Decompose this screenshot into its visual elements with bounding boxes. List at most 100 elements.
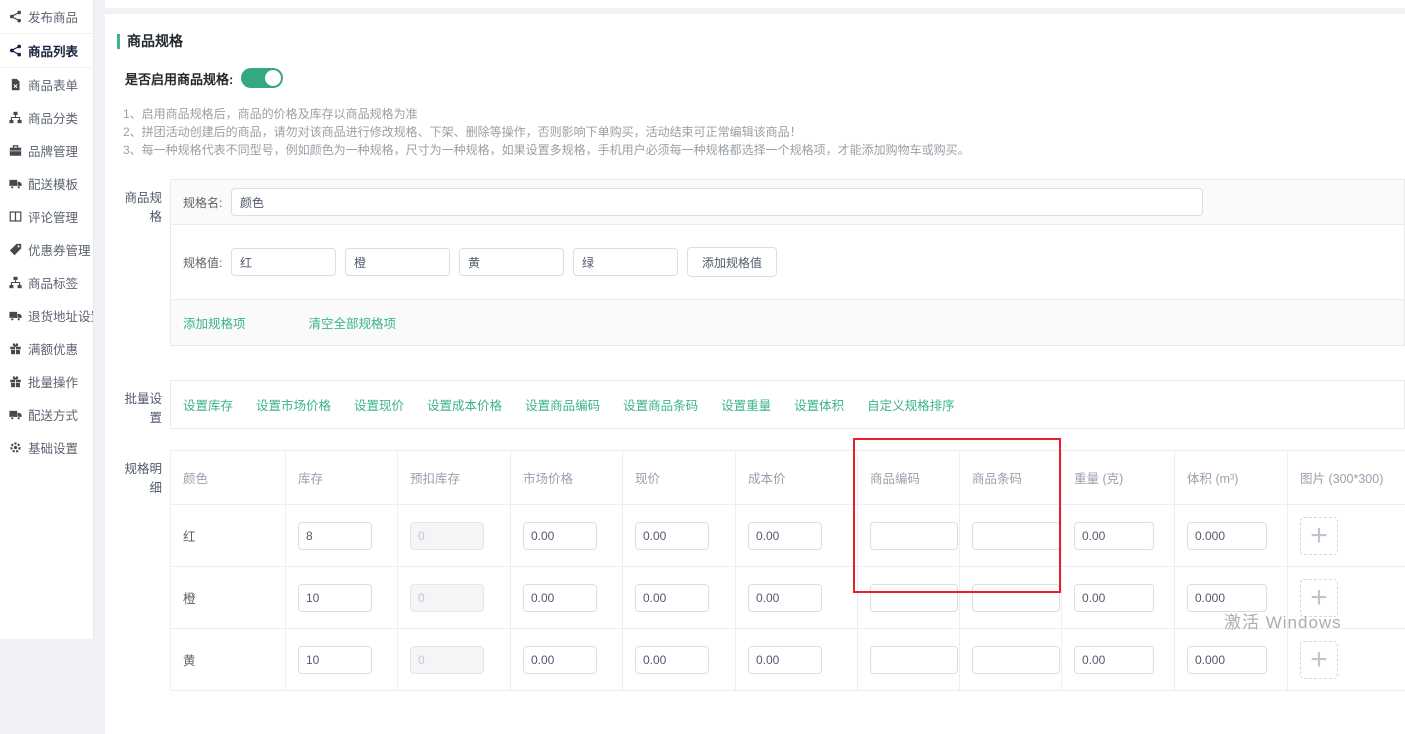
plus-icon: + — [1310, 519, 1328, 552]
weight-cell — [1062, 567, 1175, 628]
barcode-input[interactable] — [972, 522, 1060, 550]
sidebar-item-label: 品牌管理 — [28, 141, 78, 160]
add-spec-item-link[interactable]: 添加规格项 — [183, 313, 246, 332]
volume-cell — [1175, 505, 1288, 566]
weight-input[interactable] — [1074, 584, 1154, 612]
sidebar-item-label: 配送方式 — [28, 405, 78, 424]
volume-input[interactable] — [1187, 522, 1267, 550]
batch-setting-link[interactable]: 设置商品编码 — [525, 395, 600, 414]
gift-icon — [9, 342, 22, 355]
page-title: 商品规格 — [127, 31, 183, 51]
batch-setting-link[interactable]: 设置重量 — [721, 395, 771, 414]
sidebar-item-product-list[interactable]: 商品列表 — [0, 34, 93, 68]
market-input[interactable] — [523, 522, 597, 550]
code-input[interactable] — [870, 646, 958, 674]
weight-input[interactable] — [1074, 646, 1154, 674]
truck-icon — [9, 177, 22, 190]
batch-setting-link[interactable]: 设置成本价格 — [427, 395, 502, 414]
batch-links: 设置库存 设置市场价格 设置现价 设置成本价格 设置商品编码 设置商品条码 设置重量 设置体积… — [170, 380, 1405, 429]
sidebar-item-label: 退货地址设置 — [28, 306, 93, 325]
stock-input[interactable] — [298, 646, 372, 674]
sidebar-item-shipping-method[interactable]: 配送方式 — [0, 398, 93, 431]
stock-cell — [286, 567, 398, 628]
batch-setting-link[interactable]: 设置市场价格 — [256, 395, 331, 414]
volume-input[interactable] — [1187, 646, 1267, 674]
spec-value-input-1[interactable] — [231, 248, 336, 276]
sidebar-item-batch-operations[interactable]: 批量操作 — [0, 365, 93, 398]
stock-input[interactable] — [298, 522, 372, 550]
detail-column-header: 现价 — [623, 451, 736, 504]
detail-column-header: 市场价格 — [511, 451, 623, 504]
sidebar-item-full-amount-discount[interactable]: 满额优惠 — [0, 332, 93, 365]
cost-cell — [736, 505, 858, 566]
code-input[interactable] — [870, 522, 958, 550]
batch-setting-link[interactable]: 自定义规格排序 — [867, 395, 955, 414]
code-input[interactable] — [870, 584, 958, 612]
cost-input[interactable] — [748, 646, 822, 674]
cost-input[interactable] — [748, 584, 822, 612]
spec-name-input[interactable] — [231, 188, 1203, 216]
sidebar-item-return-address-settings[interactable]: 退货地址设置 — [0, 299, 93, 332]
product-spec-card: 商品规格 是否启用商品规格: 1、启用商品规格后，商品的价格及库存以商品规格为准… — [105, 14, 1405, 734]
price-input[interactable] — [635, 646, 709, 674]
batch-section-label: 批量设置 — [118, 380, 162, 426]
batch-setting-link[interactable]: 设置体积 — [794, 395, 844, 414]
add-image-button[interactable]: + — [1300, 517, 1338, 555]
sitemap-icon — [9, 111, 22, 124]
barcode-input[interactable] — [972, 646, 1060, 674]
detail-column-header: 预扣库存 — [398, 451, 511, 504]
market-input[interactable] — [523, 646, 597, 674]
note-line-2: 2、拼团活动创建后的商品，请勿对该商品进行修改规格、下架、删除等操作，否则影响下… — [123, 123, 1405, 141]
spec-section: 商品规格 规格名: 规格值: 添加规格值 添加规格项 清空全部规格项 — [105, 179, 1405, 346]
enable-spec-toggle[interactable] — [241, 68, 283, 88]
cost-cell — [736, 567, 858, 628]
cost-input[interactable] — [748, 522, 822, 550]
sidebar-item-shipping-template[interactable]: 配送模板 — [0, 167, 93, 200]
spec-value-input-2[interactable] — [345, 248, 450, 276]
sidebar-item-product-form[interactable]: 商品表单 — [0, 68, 93, 101]
add-spec-value-button[interactable]: 添加规格值 — [687, 247, 777, 277]
title-accent-bar — [117, 34, 120, 49]
top-strip — [105, 0, 1405, 8]
sidebar-item-label: 优惠券管理 — [28, 240, 91, 259]
sidebar-item-product-tags[interactable]: 商品标签 — [0, 266, 93, 299]
enable-spec-label: 是否启用商品规格: — [125, 69, 233, 88]
batch-setting-link[interactable]: 设置现价 — [354, 395, 404, 414]
spec-name-label: 规格名: — [183, 194, 231, 211]
batch-setting-link[interactable]: 设置库存 — [183, 395, 233, 414]
columns-icon — [9, 210, 22, 223]
sidebar-item-label: 评论管理 — [28, 207, 78, 226]
spec-value-text: 红 — [183, 526, 196, 545]
sidebar-item-publish-product[interactable]: 发布商品 — [0, 0, 93, 34]
spec-name-row: 规格名: — [171, 180, 1404, 225]
image-cell: + — [1288, 629, 1405, 690]
row-spec-label: 红 — [171, 505, 286, 566]
spec-value-text: 橙 — [183, 588, 196, 607]
market-input[interactable] — [523, 584, 597, 612]
frozen-cell — [398, 505, 511, 566]
spec-value-input-3[interactable] — [459, 248, 564, 276]
spec-value-input-4[interactable] — [573, 248, 678, 276]
price-cell — [623, 629, 736, 690]
sidebar-item-coupon-management[interactable]: 优惠券管理 — [0, 233, 93, 266]
tag-icon — [9, 243, 22, 256]
file-icon — [9, 78, 22, 91]
weight-input[interactable] — [1074, 522, 1154, 550]
sidebar-item-basic-settings[interactable]: 基础设置 — [0, 431, 93, 464]
spec-panel: 规格名: 规格值: 添加规格值 添加规格项 清空全部规格项 — [170, 179, 1405, 346]
barcode-input[interactable] — [972, 584, 1060, 612]
plus-icon: + — [1310, 643, 1328, 676]
barcode-cell — [960, 505, 1062, 566]
batch-setting-link[interactable]: 设置商品条码 — [623, 395, 698, 414]
sidebar-item-brand-management[interactable]: 品牌管理 — [0, 134, 93, 167]
stock-input[interactable] — [298, 584, 372, 612]
price-input[interactable] — [635, 584, 709, 612]
price-input[interactable] — [635, 522, 709, 550]
detail-column-header: 成本价 — [736, 451, 858, 504]
sidebar-item-review-management[interactable]: 评论管理 — [0, 200, 93, 233]
clear-all-spec-link[interactable]: 清空全部规格项 — [309, 313, 397, 332]
spec-section-label: 商品规格 — [118, 179, 162, 225]
add-image-button[interactable]: + — [1300, 641, 1338, 679]
detail-column-header: 图片 (300*300) — [1288, 451, 1405, 504]
sidebar-item-product-category[interactable]: 商品分类 — [0, 101, 93, 134]
